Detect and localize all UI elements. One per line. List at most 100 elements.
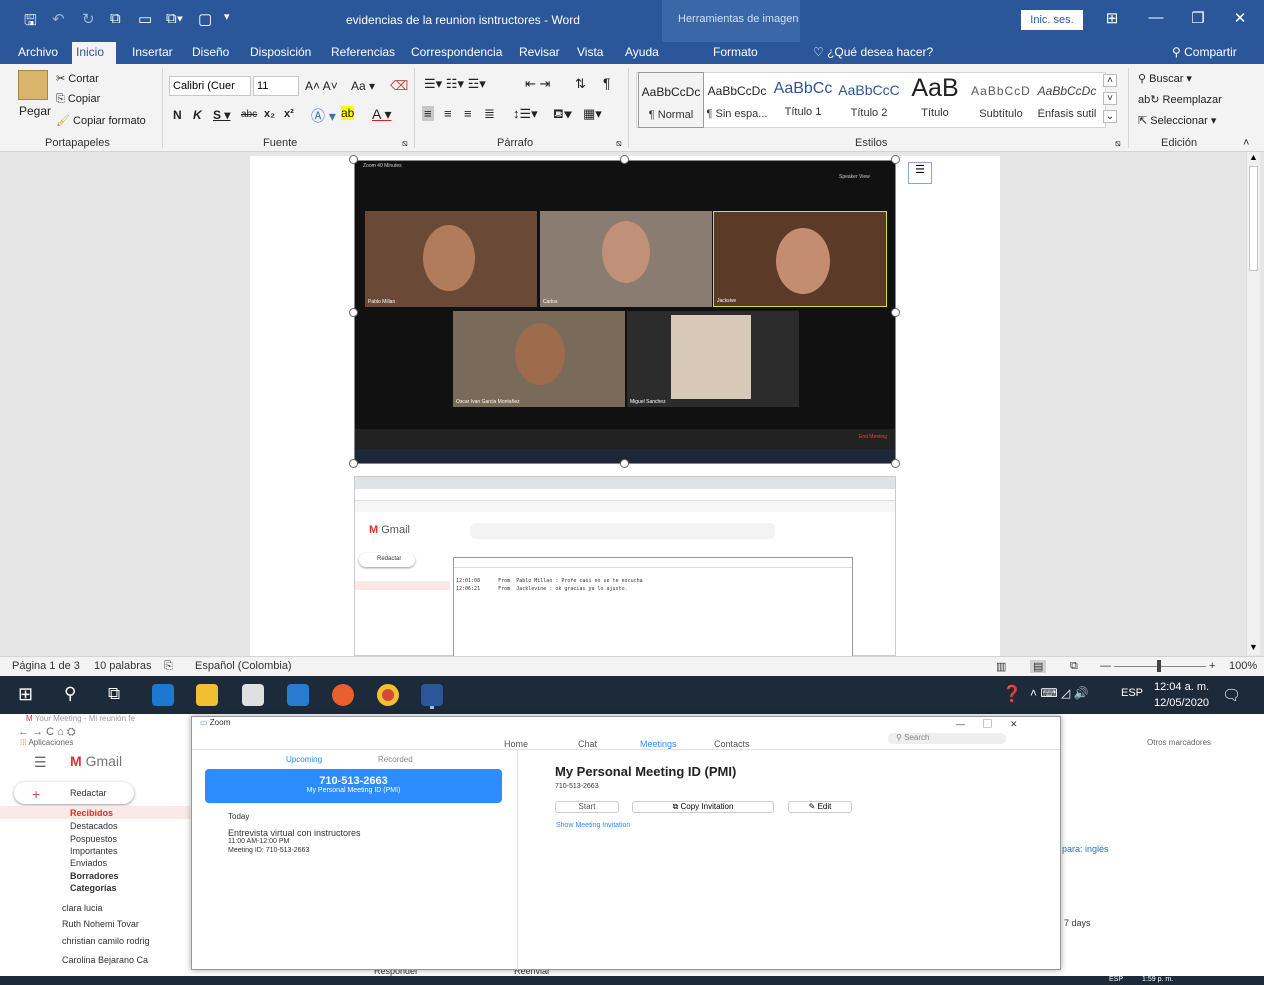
clock[interactable]: 12:04 a. m. 12/05/2020 <box>1154 679 1209 711</box>
zoom-slider-thumb[interactable] <box>1157 660 1161 672</box>
format-painter-button[interactable]: 🖌 Copiar formato <box>56 114 146 127</box>
copy-button[interactable]: ⎘ Copiar <box>56 93 100 106</box>
firefox-icon[interactable] <box>332 684 354 706</box>
new-doc-icon[interactable]: ▢ <box>198 10 212 28</box>
input-language[interactable]: ESP <box>1121 687 1143 699</box>
clear-format-icon[interactable]: ⌫ <box>390 78 408 94</box>
maximize-button[interactable]: ❐ <box>1183 9 1213 27</box>
web-layout-icon[interactable]: ⧉ <box>1070 660 1078 673</box>
tab-referencias[interactable]: Referencias <box>327 42 399 64</box>
italic-icon[interactable]: K <box>193 108 202 122</box>
sort-icon[interactable]: ⇅ <box>575 76 586 92</box>
resize-handle[interactable] <box>620 459 629 468</box>
strikethrough-icon[interactable]: abc <box>241 109 257 120</box>
borders-icon[interactable]: ▦▾ <box>583 106 602 122</box>
resize-handle[interactable] <box>349 155 358 164</box>
paste-button[interactable]: Pegar <box>19 104 51 118</box>
help-icon[interactable]: ❓ <box>1002 684 1022 704</box>
grow-font-icon[interactable]: A˄ A˅ <box>305 79 338 93</box>
resize-handle[interactable] <box>891 459 900 468</box>
open-icon[interactable]: ▭ <box>138 10 152 28</box>
resize-handle[interactable] <box>349 308 358 317</box>
tab-archivo[interactable]: Archivo <box>14 42 62 64</box>
gmail-chat-image[interactable]: M Gmail Redactar 12:01:08 From Pablo Mil… <box>354 476 896 657</box>
tab-diseno[interactable]: Diseño <box>188 42 233 64</box>
layout-options-icon[interactable]: ☰ <box>908 162 932 184</box>
font-launcher-icon[interactable]: ⧅ <box>402 138 408 149</box>
save-icon[interactable]: 🖫 <box>24 10 37 35</box>
change-case-button[interactable]: Aa ▾ <box>351 79 375 93</box>
customize-icon[interactable]: ⧉▾ <box>166 10 183 27</box>
scroll-thumb[interactable] <box>1249 166 1258 271</box>
tray-icons[interactable]: ˄ ⌨ ◿ 🔊 <box>1030 686 1089 700</box>
cut-button[interactable]: ✂ Cortar <box>56 72 99 85</box>
shading-icon[interactable]: ⛾▾ <box>553 106 572 124</box>
tab-correspondencia[interactable]: Correspondencia <box>407 42 506 64</box>
ribbon-display-icon[interactable]: ⊞ <box>1097 9 1127 27</box>
notifications-icon[interactable]: 🗨 <box>1222 686 1241 704</box>
font-name-select[interactable]: Calibri (Cuer <box>169 76 251 96</box>
superscript-icon[interactable]: x² <box>284 108 294 120</box>
align-center-icon[interactable]: ≡ <box>444 106 452 121</box>
proofing-icon[interactable]: ⎘ <box>164 660 173 673</box>
show-marks-icon[interactable]: ¶ <box>603 75 611 91</box>
tell-me-box[interactable]: ♡ ¿Qué desea hacer? <box>813 45 933 59</box>
zoom-meeting-image[interactable]: Zoom 40 Minutes Speaker View Pablo Milla… <box>354 160 896 464</box>
windows-start-icon[interactable]: ⊞ <box>18 684 33 705</box>
replace-button[interactable]: ab↻ Reemplazar <box>1138 93 1222 106</box>
quick-access-dropdown-icon[interactable]: ▾ <box>224 10 230 23</box>
tab-revisar[interactable]: Revisar <box>515 42 564 64</box>
justify-icon[interactable]: ≣ <box>484 106 495 122</box>
align-left-icon[interactable]: ≡ <box>422 106 434 121</box>
resize-handle[interactable] <box>349 459 358 468</box>
mail-icon[interactable] <box>287 684 309 706</box>
style-sin-espaciado[interactable]: AaBbCcDc ¶ Sin espa... <box>704 72 770 128</box>
find-button[interactable]: ⚲ Buscar ▾ <box>1138 72 1192 85</box>
sign-in-button[interactable]: Inic. ses. <box>1021 10 1083 30</box>
style-normal[interactable]: AaBbCcDc ¶ Normal <box>638 72 704 128</box>
tab-vista[interactable]: Vista <box>573 42 607 64</box>
style-subtitulo[interactable]: AaBbCcD Subtítulo <box>968 72 1034 128</box>
scroll-down-icon[interactable]: ▼ <box>1249 642 1258 652</box>
close-button[interactable]: ✕ <box>1225 9 1255 27</box>
vertical-scrollbar[interactable]: ▲ ▼ <box>1246 152 1260 655</box>
styles-launcher-icon[interactable]: ⧅ <box>1115 138 1121 149</box>
align-right-icon[interactable]: ≡ <box>464 106 472 121</box>
zoom-in-icon[interactable]: + <box>1209 660 1215 672</box>
tab-insertar[interactable]: Insertar <box>128 42 177 64</box>
style-titulo-1[interactable]: AaBbCc Título 1 <box>770 72 836 128</box>
styles-scroll-down-icon[interactable]: ˅ <box>1103 92 1117 105</box>
indent-icon[interactable]: ⇤ ⇥ <box>525 76 550 92</box>
word-taskbar-icon[interactable] <box>421 684 443 706</box>
bold-icon[interactable]: N <box>173 108 182 122</box>
tab-disposicion[interactable]: Disposición <box>246 42 315 64</box>
bullets-icon[interactable]: ☰▾ ☷▾ ☲▾ <box>424 76 486 92</box>
styles-scroll-up-icon[interactable]: ˄ <box>1103 74 1117 87</box>
task-view-icon[interactable]: ⧉ <box>108 684 120 704</box>
tab-inicio[interactable]: Inicio <box>72 42 116 66</box>
subscript-icon[interactable]: x₂ <box>264 108 275 120</box>
share-button[interactable]: ⚲ Compartir <box>1172 45 1237 59</box>
resize-handle[interactable] <box>891 155 900 164</box>
undo-icon[interactable]: ↶ <box>52 10 65 28</box>
search-icon[interactable]: ⚲ <box>64 684 76 704</box>
paste-icon[interactable] <box>18 70 48 100</box>
language-status[interactable]: Español (Colombia) <box>195 660 292 672</box>
paragraph-launcher-icon[interactable]: ⧅ <box>616 138 622 149</box>
text-effects-icon[interactable]: Ⓐ ▾ <box>311 106 336 126</box>
resize-handle[interactable] <box>891 308 900 317</box>
word-count[interactable]: 10 palabras <box>94 660 152 672</box>
store-icon[interactable] <box>242 684 264 706</box>
page-count[interactable]: Página 1 de 3 <box>12 660 80 672</box>
zoom-level[interactable]: 100% <box>1229 660 1257 672</box>
resize-handle[interactable] <box>620 155 629 164</box>
tab-ayuda[interactable]: Ayuda <box>621 42 663 64</box>
font-color-icon[interactable]: A ▾ <box>372 106 391 123</box>
chrome-icon[interactable] <box>377 684 399 706</box>
style-enfasis-sutil[interactable]: AaBbCcDc Énfasis sutil <box>1034 72 1100 128</box>
font-size-select[interactable]: 11 <box>253 76 299 96</box>
style-titulo-2[interactable]: AaBbCcC Título 2 <box>836 72 902 128</box>
zoom-out-icon[interactable]: — <box>1100 660 1111 672</box>
print-layout-icon[interactable]: ▤ <box>1030 660 1047 673</box>
read-mode-icon[interactable]: ▥ <box>996 660 1006 673</box>
